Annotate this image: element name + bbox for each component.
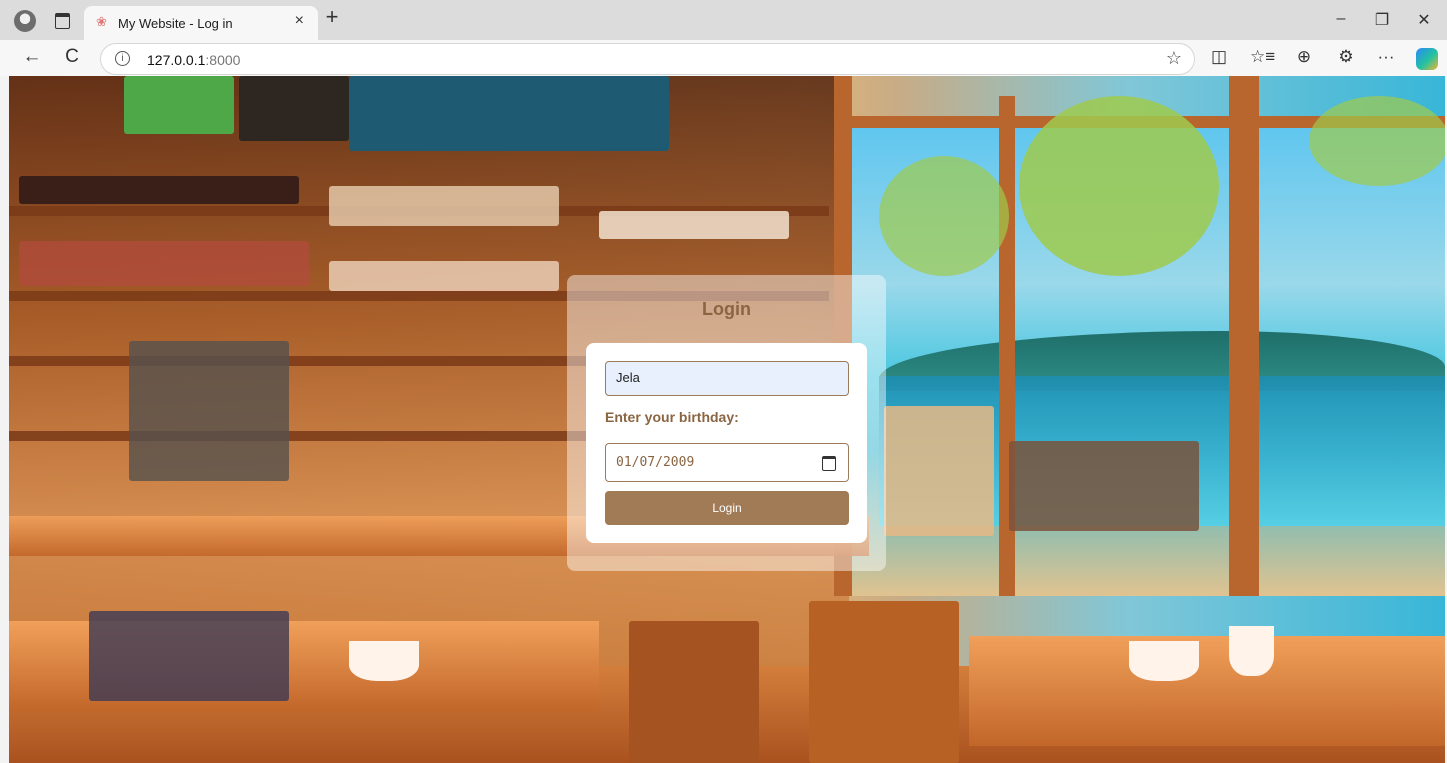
tab-title: My Website - Log in — [118, 16, 233, 31]
login-form: Jela Enter your birthday: 01/07/2009 Log… — [586, 343, 867, 543]
new-tab-button[interactable]: + — [320, 6, 344, 30]
url-text: 127.0.0.1:8000 — [147, 52, 240, 68]
login-title: Login — [702, 299, 751, 319]
site-info-icon[interactable]: i — [115, 51, 130, 66]
extensions-icon[interactable]: ⚙ — [1335, 47, 1357, 67]
workspaces-icon[interactable] — [55, 13, 70, 29]
birthday-date-input[interactable]: 01/07/2009 — [605, 443, 849, 482]
more-menu-icon[interactable]: ··· — [1375, 47, 1397, 67]
tab-close-icon[interactable]: × — [295, 12, 304, 30]
site-favicon-icon: ❀ — [96, 14, 107, 29]
address-toolbar: ← C i 127.0.0.1:8000 ☆ ◫ ☆≡ ⊕ ⚙ ··· — [0, 40, 1447, 76]
collections-icon[interactable]: ⊕ — [1293, 47, 1315, 67]
close-window-button[interactable]: ✕ — [1413, 10, 1435, 30]
birthday-value: 01/07/2009 — [616, 455, 695, 470]
favorite-star-icon[interactable]: ☆ — [1166, 48, 1182, 69]
minimize-button[interactable]: – — [1330, 10, 1352, 28]
reload-button[interactable]: C — [60, 46, 84, 68]
profile-avatar-icon[interactable] — [14, 10, 36, 32]
url-host: 127.0.0.1 — [147, 52, 206, 68]
address-bar[interactable]: i 127.0.0.1:8000 ☆ — [100, 43, 1195, 75]
copilot-icon[interactable] — [1416, 48, 1438, 70]
tab-active[interactable]: ❀ My Website - Log in × — [84, 6, 318, 40]
calendar-icon[interactable] — [822, 456, 836, 471]
url-port: :8000 — [205, 52, 241, 68]
page-viewport: Login Jela Enter your birthday: 01/07/20… — [9, 76, 1445, 763]
restore-button[interactable]: ❐ — [1371, 10, 1393, 30]
username-input[interactable]: Jela — [605, 361, 849, 396]
birthday-label: Enter your birthday: — [605, 409, 739, 425]
split-screen-icon[interactable]: ◫ — [1208, 47, 1230, 67]
login-card: Login Jela Enter your birthday: 01/07/20… — [567, 275, 886, 571]
favorites-icon[interactable]: ☆≡ — [1250, 47, 1275, 67]
login-button[interactable]: Login — [605, 491, 849, 525]
back-button[interactable]: ← — [20, 46, 44, 68]
tab-strip: ❀ My Website - Log in × + – ❐ ✕ — [0, 0, 1447, 40]
